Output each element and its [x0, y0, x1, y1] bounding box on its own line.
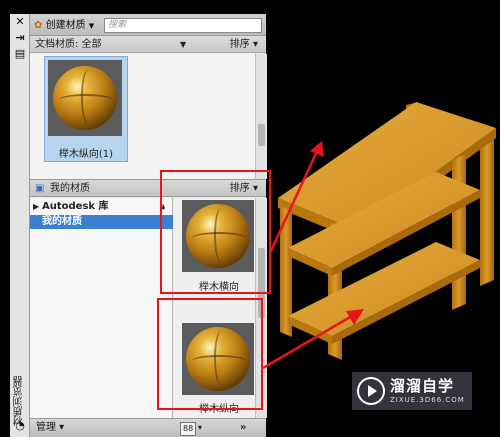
sort-button[interactable]: 排序 ▾	[230, 36, 258, 53]
library-tree: ▶ Autodesk 库 🔒︎ 我的材质	[30, 198, 173, 418]
chevron-down-icon: ▼	[88, 22, 95, 30]
material-name: 榉木纵向(1)	[58, 149, 114, 160]
expand-arrow-icon[interactable]: ▶	[33, 200, 39, 214]
highlight-box	[157, 298, 263, 410]
close-icon[interactable]: ✕	[13, 16, 27, 28]
bottom-bar: 管理 ▾ 88 ▾ »	[30, 418, 266, 437]
toolbar: ✿ 创建材质 ▼ 搜索	[30, 14, 266, 36]
document-materials-header: 文档材质: 全部 ▼ 排序 ▾	[30, 36, 266, 53]
properties-icon[interactable]: ▤	[13, 48, 27, 60]
annotation-arrows	[262, 141, 364, 370]
swatch-preview	[48, 60, 122, 136]
expand-button[interactable]: »	[240, 419, 246, 437]
palette-title-strip: ✕ ⇥ ▤ 材质浏览器 ◔	[10, 14, 30, 437]
highlight-box	[160, 170, 271, 294]
watermark-url: ZIXUE.3D66.COM	[390, 396, 465, 404]
view-toggle-button[interactable]: 88	[180, 422, 197, 436]
create-material-icon: ✿	[34, 20, 43, 31]
document-materials-filter[interactable]: 文档材质: 全部	[35, 36, 102, 53]
material-swatch-selected[interactable]: 榉木纵向(1)	[44, 56, 128, 162]
search-input[interactable]: 搜索	[104, 18, 262, 33]
watermark: 溜溜自学 ZIXUE.3D66.COM	[352, 372, 472, 410]
document-materials-area: 榉木纵向(1)	[30, 54, 267, 179]
play-logo-icon	[357, 377, 385, 405]
material-palette-icon: ◔	[15, 419, 25, 432]
material-sphere	[53, 66, 117, 130]
auto-hide-icon[interactable]: ⇥	[13, 32, 27, 44]
tree-item-my-materials[interactable]: 我的材质	[30, 215, 173, 229]
chevron-down-icon[interactable]: ▾	[198, 419, 202, 437]
my-materials-title: 我的材质	[50, 183, 90, 194]
manage-button[interactable]: 管理 ▾	[36, 419, 64, 437]
tree-item-autodesk-library[interactable]: ▶ Autodesk 库 🔒︎	[30, 200, 173, 214]
create-material-button[interactable]: ✿ 创建材质 ▼	[34, 18, 94, 33]
chevron-down-icon[interactable]: ▼	[180, 36, 186, 53]
watermark-title: 溜溜自学	[390, 377, 455, 395]
library-icon: ▣	[35, 183, 45, 194]
